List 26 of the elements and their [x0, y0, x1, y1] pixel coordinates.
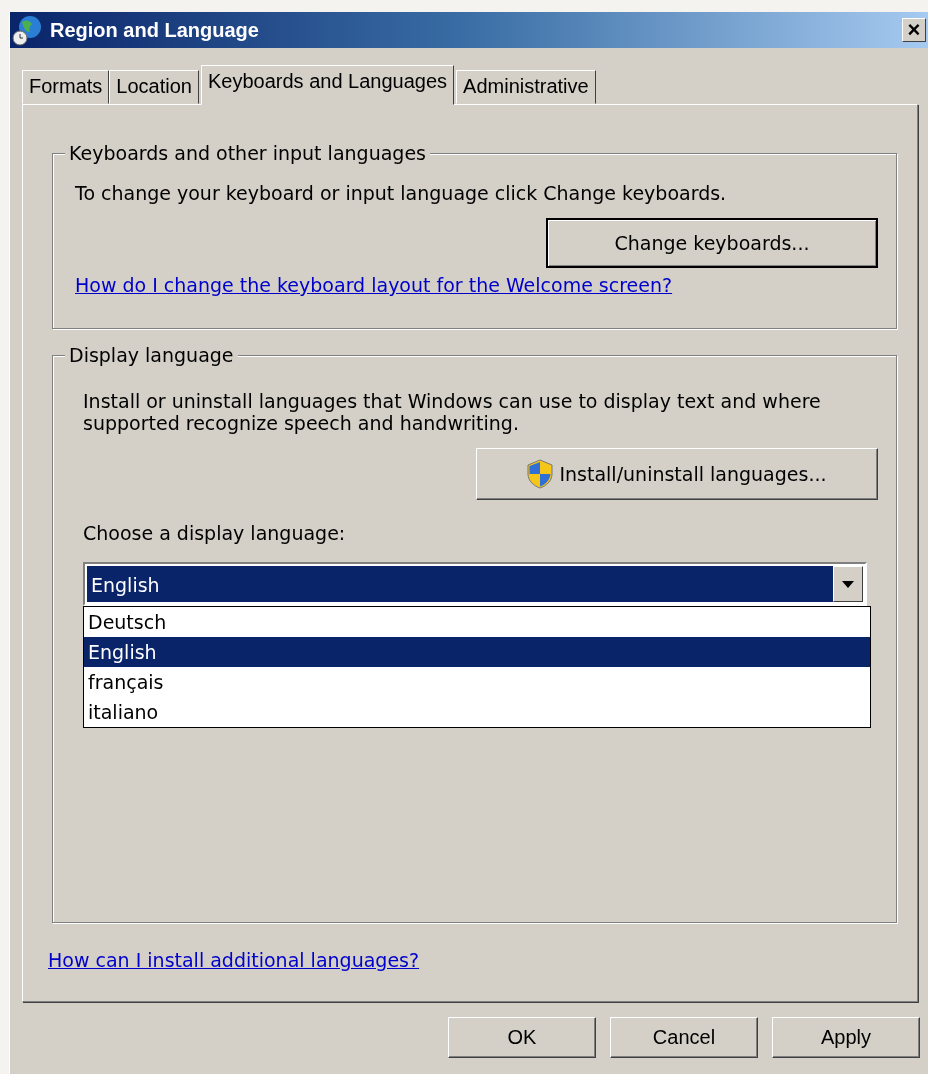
- dialog-button[interactable]: OK: [448, 1017, 596, 1058]
- list-option[interactable]: Deutsch: [84, 607, 870, 637]
- help-link[interactable]: How do I change the keyboard layout for the Welcome screen?: [75, 274, 673, 296]
- tab[interactable]: Formats: [22, 70, 110, 104]
- shield-icon: [527, 459, 554, 489]
- field-label: Choose a display language:: [83, 522, 347, 544]
- close-button[interactable]: ×: [902, 18, 926, 42]
- list-option[interactable]: français: [84, 667, 870, 697]
- group-label: Display language: [65, 344, 238, 366]
- install-languages-button[interactable]: Install/uninstall languages...: [476, 448, 878, 500]
- group-label: Keyboards and other input languages: [65, 142, 430, 164]
- globe-icon: [12, 14, 44, 46]
- dialog-button[interactable]: Cancel: [610, 1017, 758, 1058]
- language-dropdown[interactable]: English: [83, 562, 867, 606]
- tab[interactable]: Administrative: [456, 70, 596, 104]
- list-option[interactable]: English: [84, 637, 870, 667]
- help-link[interactable]: How can I install additional languages?: [48, 949, 420, 971]
- tab[interactable]: Location: [109, 70, 199, 104]
- change-keyboards-button[interactable]: Change keyboards...: [546, 218, 878, 268]
- description-text: Install or uninstall languages that Windows can use to display text and where supported recognize speech and handwriting.: [83, 390, 822, 434]
- window-title: Region and Language: [50, 18, 260, 42]
- list-option[interactable]: italiano: [84, 697, 870, 727]
- description-text: To change your keyboard or input language click Change keyboards.: [75, 182, 728, 204]
- tab[interactable]: Keyboards and Languages: [200, 65, 455, 105]
- dropdown-arrow-icon: [842, 580, 854, 588]
- dialog-button[interactable]: Apply: [772, 1017, 920, 1058]
